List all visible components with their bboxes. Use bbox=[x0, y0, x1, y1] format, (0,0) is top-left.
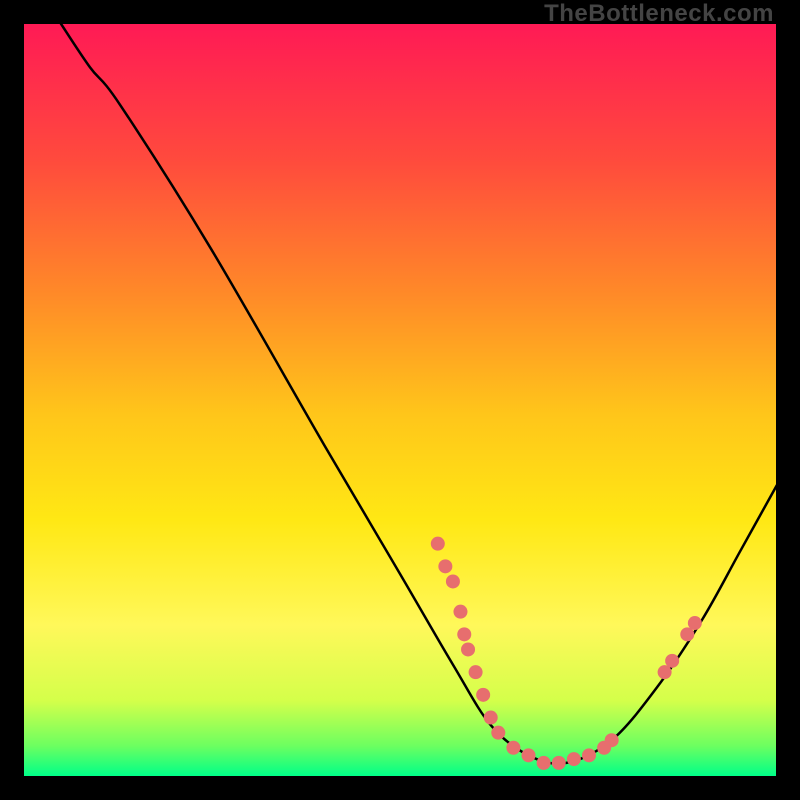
curve-marker bbox=[522, 748, 536, 762]
bottleneck-curve-svg bbox=[22, 22, 778, 778]
curve-marker bbox=[552, 756, 566, 770]
curve-marker bbox=[567, 752, 581, 766]
curve-marker bbox=[457, 627, 471, 641]
curve-marker bbox=[688, 616, 702, 630]
curve-marker bbox=[582, 748, 596, 762]
curve-marker bbox=[537, 756, 551, 770]
watermark-text: TheBottleneck.com bbox=[544, 0, 774, 28]
curve-marker bbox=[469, 665, 483, 679]
curve-marker bbox=[665, 654, 679, 668]
curve-marker bbox=[453, 605, 467, 619]
curve-marker bbox=[484, 711, 498, 725]
curve-marker bbox=[491, 726, 505, 740]
curve-marker bbox=[446, 574, 460, 588]
bottleneck-curve-path bbox=[60, 22, 778, 764]
curve-marker-group bbox=[431, 537, 702, 770]
curve-marker bbox=[438, 559, 452, 573]
curve-marker bbox=[605, 733, 619, 747]
curve-marker bbox=[431, 537, 445, 551]
curve-marker bbox=[476, 688, 490, 702]
curve-marker bbox=[461, 642, 475, 656]
curve-marker bbox=[506, 741, 520, 755]
